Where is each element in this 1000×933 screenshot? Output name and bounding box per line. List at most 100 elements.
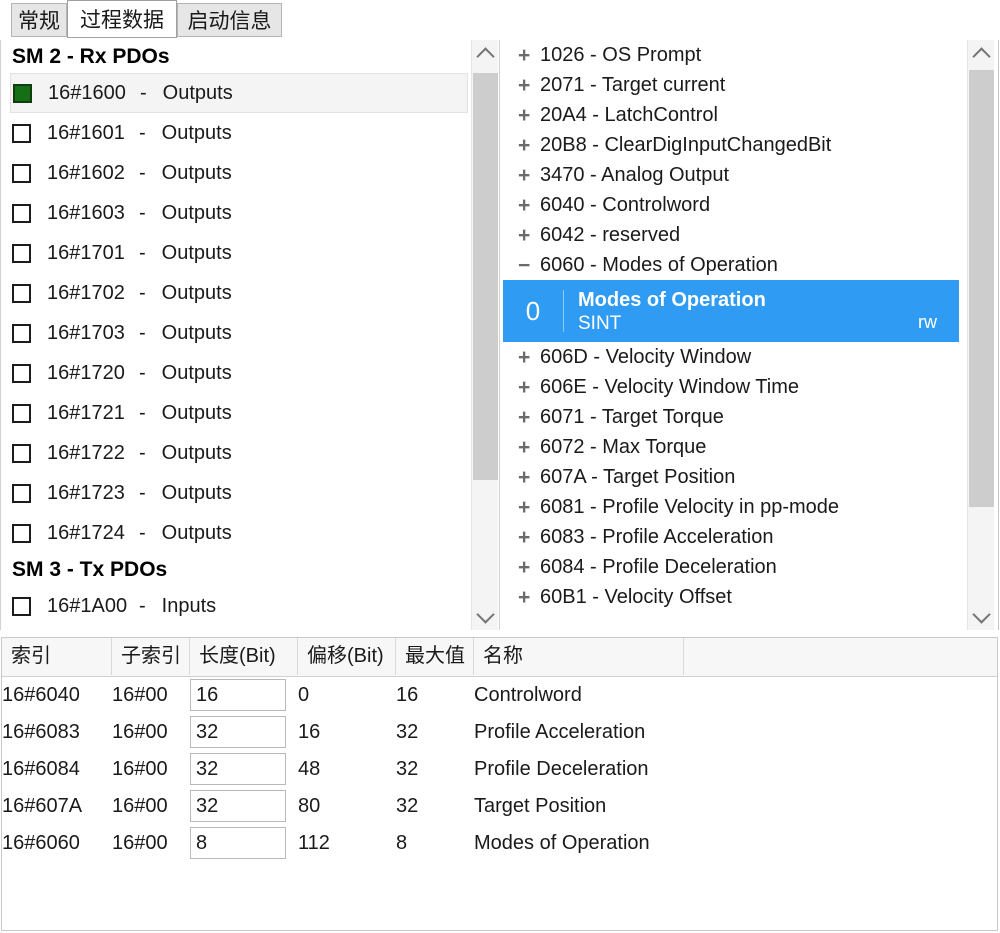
expand-plus-icon[interactable]: + (518, 347, 540, 368)
pdo-checkbox[interactable] (12, 204, 31, 223)
cell-subindex: 16#00 (112, 677, 190, 714)
expand-plus-icon[interactable]: + (518, 497, 540, 518)
table-row[interactable]: 16#604016#00016Controlword (2, 677, 997, 714)
pdo-checkbox[interactable] (12, 484, 31, 503)
cell-length-input[interactable] (190, 753, 286, 785)
pdo-list-item[interactable]: 16#1600-Outputs (10, 73, 468, 113)
cell-length-input[interactable] (190, 716, 286, 748)
object-tree-item[interactable]: +6040 - Controlword (502, 190, 998, 220)
object-tree-item[interactable]: +20B8 - ClearDigInputChangedBit (502, 130, 998, 160)
collapse-minus-icon[interactable]: − (518, 255, 540, 276)
pdo-checkbox[interactable] (12, 444, 31, 463)
pdo-list-scroll-thumb[interactable] (473, 73, 498, 480)
object-tree-item[interactable]: +6083 - Profile Acceleration (502, 522, 998, 552)
tab-process-data[interactable]: 过程数据 (67, 0, 177, 38)
object-tree-item[interactable]: +6072 - Max Torque (502, 432, 998, 462)
table-header-cell[interactable]: 子索引 (112, 638, 190, 675)
object-tree-scroll-down-button[interactable] (968, 602, 994, 630)
expand-plus-icon[interactable]: + (518, 377, 540, 398)
object-tree-item[interactable]: +607A - Target Position (502, 462, 998, 492)
object-tree-scroll-up-button[interactable] (968, 40, 994, 68)
expand-plus-icon[interactable]: + (518, 467, 540, 488)
object-tree-item-label: 20A4 - LatchControl (540, 104, 718, 127)
pdo-checkbox[interactable] (12, 324, 31, 343)
table-row[interactable]: 16#608316#001632Profile Acceleration (2, 714, 997, 751)
object-tree-item[interactable]: +606D - Velocity Window (502, 342, 998, 372)
object-subindex-row-selected[interactable]: 0Modes of OperationSINTrw (503, 280, 959, 342)
table-header-cell[interactable]: 偏移(Bit) (298, 638, 396, 675)
pdo-list-item[interactable]: 16#1722-Outputs (1, 433, 497, 473)
pdo-list-item[interactable]: 16#1603-Outputs (1, 193, 497, 233)
table-row[interactable]: 16#606016#001128Modes of Operation (2, 825, 997, 862)
object-tree-item[interactable]: −6060 - Modes of Operation (502, 250, 998, 280)
object-tree-item[interactable]: +6042 - reserved (502, 220, 998, 250)
object-tree-item[interactable]: +3470 - Analog Output (502, 160, 998, 190)
pdo-list-scroll-down-button[interactable] (472, 602, 498, 630)
pdo-list-item[interactable]: 16#1703-Outputs (1, 313, 497, 353)
pdo-list-item[interactable]: 16#1724-Outputs (1, 513, 497, 553)
chevron-down-icon (972, 605, 990, 623)
expand-plus-icon[interactable]: + (518, 407, 540, 428)
pdo-list-panel[interactable]: SM 2 - Rx PDOs16#1600-Outputs16#1601-Out… (1, 40, 497, 630)
object-tree-item[interactable]: +2071 - Target current (502, 70, 998, 100)
pdo-checkbox[interactable] (13, 84, 32, 103)
object-tree-scroll-thumb[interactable] (969, 70, 994, 507)
pdo-separator-label: - (131, 202, 162, 225)
expand-plus-icon[interactable]: + (518, 135, 540, 156)
expand-plus-icon[interactable]: + (518, 587, 540, 608)
tab-general[interactable]: 常规 (11, 3, 67, 37)
pdo-checkbox[interactable] (12, 164, 31, 183)
expand-plus-icon[interactable]: + (518, 75, 540, 96)
pdo-entry-table[interactable]: 索引子索引长度(Bit)偏移(Bit)最大值名称 16#604016#00016… (1, 637, 998, 931)
object-tree-item[interactable]: +1026 - OS Prompt (502, 40, 998, 70)
table-row[interactable]: 16#607A16#008032Target Position (2, 788, 997, 825)
expand-plus-icon[interactable]: + (518, 437, 540, 458)
object-tree-item[interactable]: +6081 - Profile Velocity in pp-mode (502, 492, 998, 522)
tab-startup-info[interactable]: 启动信息 (177, 3, 282, 37)
cell-length-input[interactable] (190, 790, 286, 822)
object-tree-item-label: 6081 - Profile Velocity in pp-mode (540, 496, 839, 519)
pdo-separator-label: - (132, 82, 163, 105)
pdo-checkbox[interactable] (12, 244, 31, 263)
pdo-group-header: SM 3 - Tx PDOs (1, 553, 497, 586)
pdo-list-item[interactable]: 16#1720-Outputs (1, 353, 497, 393)
table-header-cell[interactable]: 最大值 (396, 638, 474, 675)
table-header-cell[interactable]: 名称 (474, 638, 684, 675)
object-dictionary-tree-panel[interactable]: +1026 - OS Prompt+2071 - Target current+… (502, 40, 998, 630)
pdo-checkbox[interactable] (12, 364, 31, 383)
object-tree-item[interactable]: +20A4 - LatchControl (502, 100, 998, 130)
object-tree-item[interactable]: +60B1 - Velocity Offset (502, 582, 998, 612)
pdo-list-item[interactable]: 16#1602-Outputs (1, 153, 497, 193)
table-header-cell[interactable] (684, 638, 998, 675)
pdo-list-item[interactable]: 16#1721-Outputs (1, 393, 497, 433)
pdo-list-item[interactable]: 16#1A00-Inputs (1, 586, 497, 626)
pdo-list-item[interactable]: 16#1701-Outputs (1, 233, 497, 273)
object-tree-scrollbar[interactable] (967, 40, 994, 630)
pdo-checkbox[interactable] (12, 124, 31, 143)
pdo-list-item[interactable]: 16#1601-Outputs (1, 113, 497, 153)
expand-plus-icon[interactable]: + (518, 195, 540, 216)
pdo-list-item[interactable]: 16#1723-Outputs (1, 473, 497, 513)
expand-plus-icon[interactable]: + (518, 165, 540, 186)
cell-length-input[interactable] (190, 827, 286, 859)
table-header-cell[interactable]: 索引 (2, 638, 112, 675)
object-tree-item[interactable]: +6071 - Target Torque (502, 402, 998, 432)
expand-plus-icon[interactable]: + (518, 45, 540, 66)
object-tree-item[interactable]: +6084 - Profile Deceleration (502, 552, 998, 582)
object-tree-item[interactable]: +606E - Velocity Window Time (502, 372, 998, 402)
pdo-checkbox[interactable] (12, 404, 31, 423)
pdo-list-scroll-up-button[interactable] (472, 40, 498, 68)
cell-length-input[interactable] (190, 679, 286, 711)
pdo-list-item[interactable]: 16#1702-Outputs (1, 273, 497, 313)
pdo-list-scrollbar[interactable] (471, 40, 498, 630)
table-header-cell[interactable]: 长度(Bit) (190, 638, 298, 675)
pdo-checkbox[interactable] (12, 597, 31, 616)
pdo-checkbox[interactable] (12, 284, 31, 303)
expand-plus-icon[interactable]: + (518, 557, 540, 578)
expand-plus-icon[interactable]: + (518, 105, 540, 126)
table-row[interactable]: 16#608416#004832Profile Deceleration (2, 751, 997, 788)
expand-plus-icon[interactable]: + (518, 225, 540, 246)
pdo-checkbox[interactable] (12, 524, 31, 543)
pdo-separator-label: - (131, 122, 162, 145)
expand-plus-icon[interactable]: + (518, 527, 540, 548)
